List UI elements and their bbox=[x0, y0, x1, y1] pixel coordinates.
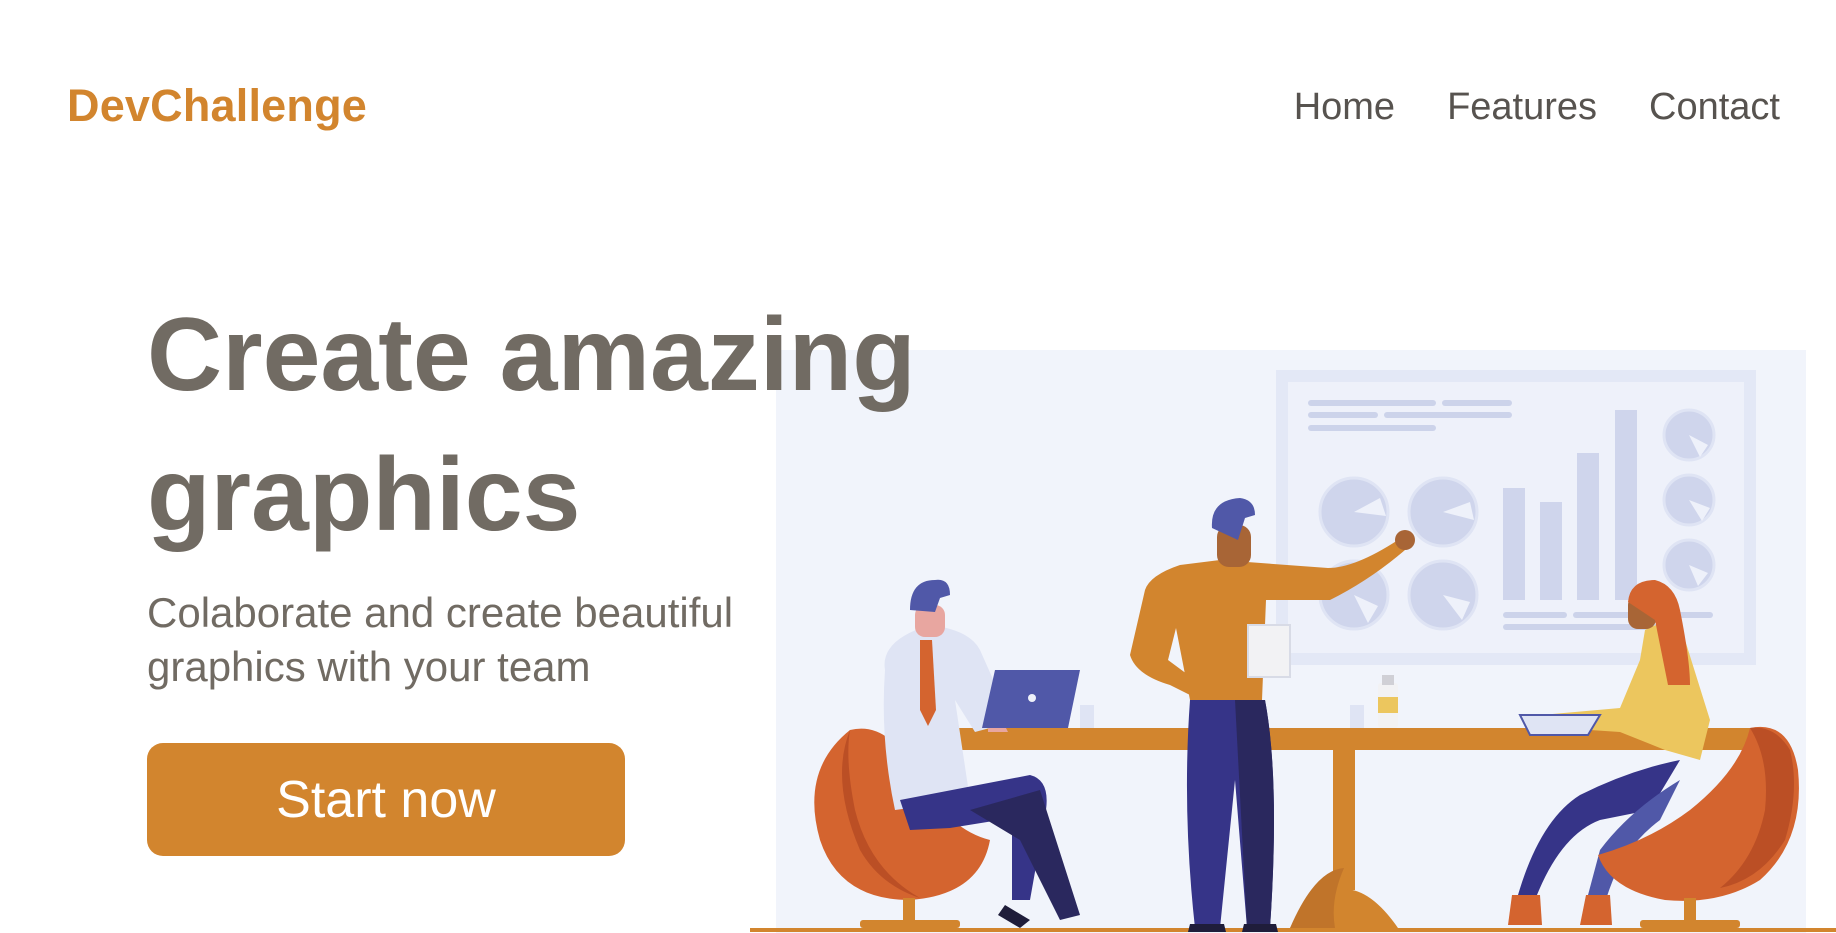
nav-contact-link[interactable]: Contact bbox=[1649, 86, 1780, 129]
logo[interactable]: DevChallenge bbox=[67, 80, 367, 132]
hero-subtitle: Colaborate and create beautiful graphics… bbox=[147, 589, 734, 690]
nav-features-link[interactable]: Features bbox=[1447, 86, 1597, 129]
floor-line bbox=[750, 928, 1836, 932]
nav-home-link[interactable]: Home bbox=[1294, 86, 1395, 129]
start-now-button[interactable]: Start now bbox=[147, 743, 625, 856]
whiteboard bbox=[1276, 370, 1756, 665]
main-nav: Home Features Contact bbox=[1294, 86, 1780, 129]
hero-title: Create amazing graphics bbox=[147, 297, 916, 553]
landing-page: DevChallenge Home Features Contact Creat… bbox=[0, 0, 1836, 933]
